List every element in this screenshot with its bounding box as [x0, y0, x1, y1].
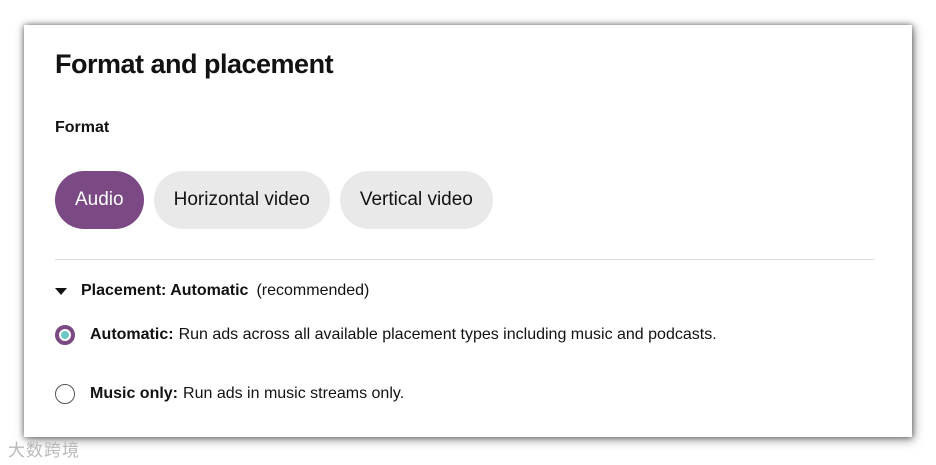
- placement-toggle-label: Placement: Automatic: [81, 282, 249, 299]
- radio-automatic[interactable]: [55, 325, 75, 345]
- placement-option-description: Run ads across all available placement t…: [178, 326, 717, 343]
- format-chip-vertical-video[interactable]: Vertical video: [339, 171, 493, 229]
- panel-title: Format and placement: [55, 49, 334, 79]
- format-chip-audio[interactable]: Audio: [55, 171, 144, 229]
- placement-option-title: Automatic:: [90, 326, 174, 343]
- format-chip-group: Audio Horizontal video Vertical video: [55, 171, 493, 229]
- format-label: Format: [55, 119, 110, 136]
- placement-option-title: Music only:: [90, 385, 179, 402]
- format-chip-horizontal-video[interactable]: Horizontal video: [153, 171, 330, 229]
- section-divider: [55, 259, 874, 260]
- caret-down-icon: [55, 287, 67, 295]
- placement-option-description: Run ads in music streams only.: [183, 385, 405, 402]
- placement-option-music-only[interactable]: Music only: Run ads in music streams onl…: [55, 384, 404, 404]
- placement-option-automatic[interactable]: Automatic: Run ads across all available …: [55, 325, 717, 345]
- placement-toggle-note: (recommended): [256, 282, 370, 299]
- radio-music-only[interactable]: [55, 384, 75, 404]
- format-placement-panel: Format and placement Format Audio Horizo…: [24, 25, 912, 437]
- watermark-logo: 大数跨境: [8, 441, 80, 460]
- placement-toggle[interactable]: Placement: Automatic (recommended): [55, 282, 369, 300]
